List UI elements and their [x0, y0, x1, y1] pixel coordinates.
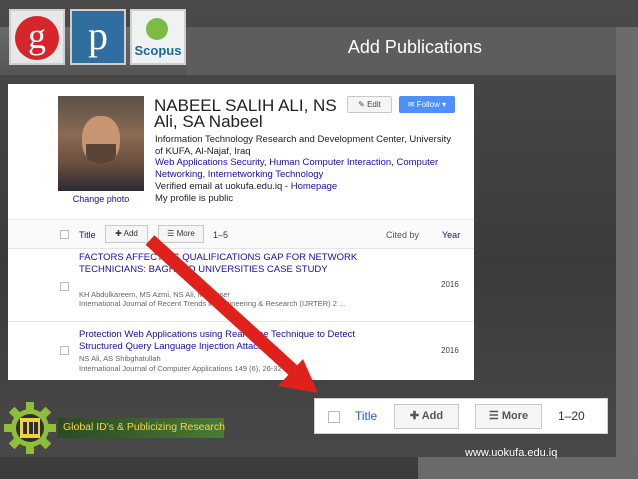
- footer-url[interactable]: www.uokufa.edu.iq: [465, 447, 557, 459]
- tagline: Global ID's & Publicizing Research: [63, 421, 225, 433]
- gear-icon: [4, 402, 56, 454]
- red-arrow-icon: [145, 235, 318, 393]
- footer-dark-segment: [0, 457, 418, 479]
- footer-strip: [0, 457, 638, 479]
